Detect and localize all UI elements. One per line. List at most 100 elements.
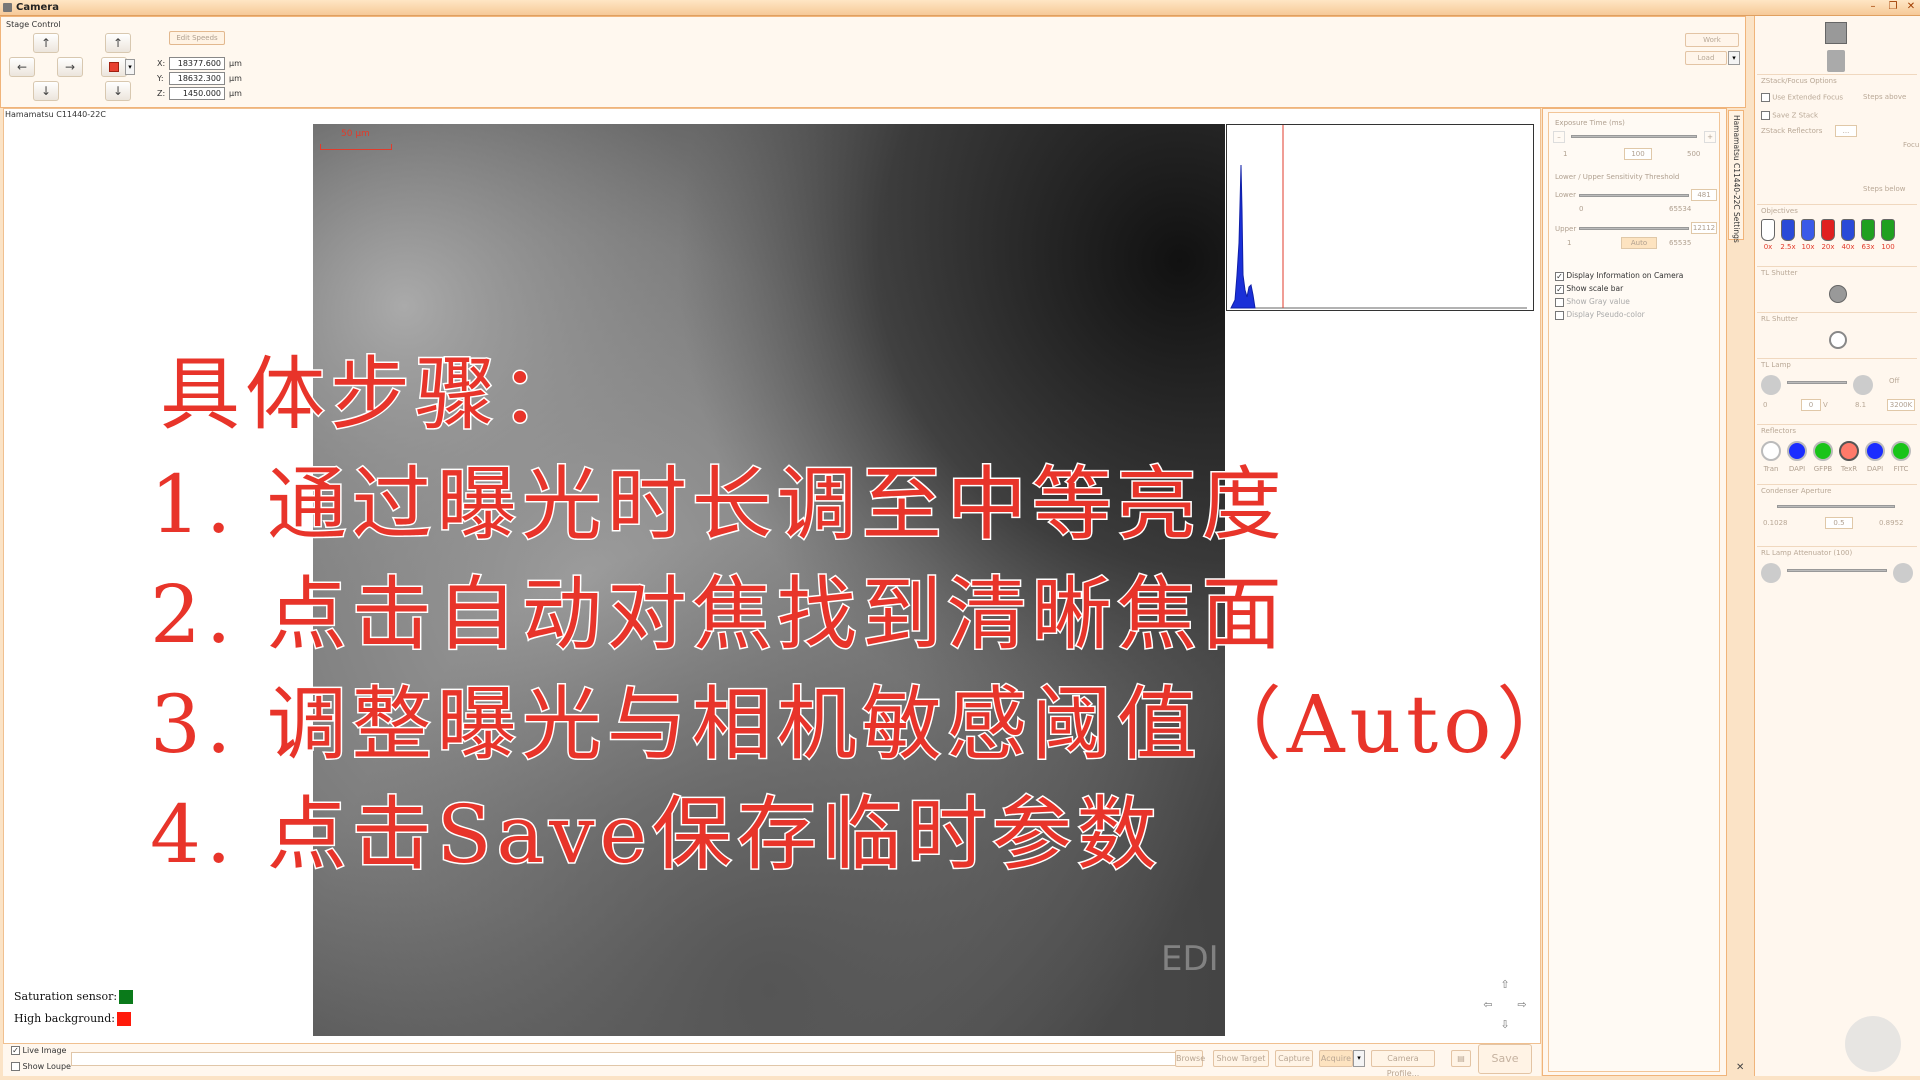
stage-down-arrow-icon[interactable]: ↓ xyxy=(33,81,59,101)
show-target-button[interactable]: Show Target xyxy=(1213,1050,1269,1067)
live-image-checkbox[interactable]: ✓ xyxy=(11,1046,20,1055)
lower-threshold-field[interactable]: 481 xyxy=(1691,189,1717,201)
rl-shutter-icon[interactable] xyxy=(1829,331,1847,349)
show-scale-bar-checkbox[interactable]: ✓ xyxy=(1555,284,1564,294)
tl-lamp-increase-icon[interactable] xyxy=(1853,375,1873,395)
z-up-arrow-icon[interactable]: ↑ xyxy=(105,33,131,53)
tl-shutter-icon[interactable] xyxy=(1829,285,1847,303)
objective-100x-icon[interactable] xyxy=(1881,219,1895,241)
load-position-button[interactable]: Load xyxy=(1685,51,1727,65)
pseudo-color-label: Display Pseudo-color xyxy=(1566,310,1645,319)
tl-lamp-title: TL Lamp xyxy=(1761,361,1791,369)
nav-right-arrow-icon[interactable]: ⇨ xyxy=(1514,998,1530,1014)
auto-threshold-button[interactable]: Auto xyxy=(1621,237,1657,249)
camera-profile-button[interactable]: Camera Profile... xyxy=(1371,1050,1435,1078)
reflector-fitc-icon[interactable] xyxy=(1891,441,1911,461)
save-zstack-checkbox[interactable] xyxy=(1761,111,1770,120)
target-dropdown-chevron-icon[interactable]: ▾ xyxy=(125,59,135,75)
acquire-dropdown-chevron-icon[interactable]: ▾ xyxy=(1353,1050,1365,1067)
report-icon[interactable]: ▤ xyxy=(1451,1050,1471,1067)
settings-vertical-tab[interactable]: Hamamatsu C11440-22C Settings xyxy=(1728,110,1744,243)
objective-10x-icon[interactable] xyxy=(1801,219,1815,241)
reflector-tran-icon[interactable] xyxy=(1761,441,1781,461)
stage-up-arrow-icon[interactable]: ↑ xyxy=(33,33,59,53)
rl-attenuator-title: RL Lamp Attenuator (100) xyxy=(1761,549,1853,557)
show-loupe-checkbox[interactable] xyxy=(11,1062,20,1071)
condenser-max: 0.8952 xyxy=(1879,519,1904,527)
reflector-texr-icon[interactable] xyxy=(1839,441,1859,461)
rl-attenuator-increase-icon[interactable] xyxy=(1893,563,1913,583)
tl-lamp-temp-field[interactable]: 3200K xyxy=(1887,399,1915,411)
save-button[interactable]: Save xyxy=(1478,1044,1532,1074)
objective-0x-label: 0x xyxy=(1763,243,1773,251)
nav-left-arrow-icon[interactable]: ⇦ xyxy=(1480,998,1496,1014)
stage-left-arrow-icon[interactable]: ← xyxy=(9,57,35,77)
minimize-button[interactable]: – xyxy=(1864,1,1882,14)
panel-close-icon[interactable]: ✕ xyxy=(1736,1062,1744,1073)
stage-target-button[interactable] xyxy=(101,57,127,77)
use-extended-focus-checkbox[interactable] xyxy=(1761,93,1770,102)
z-down-arrow-icon[interactable]: ↓ xyxy=(105,81,131,101)
objective-20x-icon[interactable] xyxy=(1821,219,1835,241)
edit-speeds-button[interactable]: Edit Speeds xyxy=(169,31,225,45)
browse-button[interactable]: Browse xyxy=(1175,1050,1205,1067)
reflector-dapi-2-icon[interactable] xyxy=(1865,441,1885,461)
restore-button[interactable]: ❐ xyxy=(1884,1,1902,14)
z-position-field[interactable]: 1450.000 xyxy=(169,87,225,100)
exposure-slider[interactable] xyxy=(1571,135,1697,138)
nav-down-arrow-icon[interactable]: ⇩ xyxy=(1497,1018,1513,1034)
save-path-field[interactable] xyxy=(71,1052,1183,1066)
use-extended-focus-option[interactable]: Use Extended Focus xyxy=(1761,93,1843,102)
tl-lamp-value-field[interactable]: 0 xyxy=(1801,399,1821,411)
rl-attenuator-slider[interactable] xyxy=(1787,569,1887,572)
grid-icon[interactable] xyxy=(1825,22,1847,44)
objective-2.5x-icon[interactable] xyxy=(1781,219,1795,241)
rl-attenuator-section: RL Lamp Attenuator (100) xyxy=(1757,546,1917,596)
display-info-option[interactable]: ✓ Display Information on Camera xyxy=(1555,271,1683,281)
load-dropdown-chevron-icon[interactable]: ▾ xyxy=(1728,51,1740,65)
tl-lamp-decrease-icon[interactable] xyxy=(1761,375,1781,395)
nav-up-arrow-icon[interactable]: ⇧ xyxy=(1497,978,1513,994)
acquire-button[interactable]: Acquire xyxy=(1319,1050,1353,1067)
stage-right-arrow-icon[interactable]: → xyxy=(57,57,83,77)
objective-63x-icon[interactable] xyxy=(1861,219,1875,241)
live-camera-image[interactable]: 50 µm EDI xyxy=(313,124,1225,1036)
condenser-value-field[interactable]: 0.5 xyxy=(1825,517,1853,529)
y-position-field[interactable]: 18632.300 xyxy=(169,72,225,85)
show-gray-checkbox[interactable] xyxy=(1555,297,1564,307)
window-title: Camera xyxy=(16,2,59,13)
save-zstack-option[interactable]: Save Z Stack xyxy=(1761,111,1818,120)
work-position-button[interactable]: Work xyxy=(1685,33,1739,47)
cursor-overlay-icon xyxy=(1845,1016,1901,1072)
upper-threshold-slider[interactable] xyxy=(1579,227,1689,230)
condenser-slider[interactable] xyxy=(1777,505,1895,508)
show-loupe-toggle[interactable]: Show Loupe xyxy=(11,1062,71,1071)
zstack-reflectors-button[interactable]: ... xyxy=(1835,125,1857,137)
trash-icon[interactable] xyxy=(1827,50,1845,72)
rl-attenuator-decrease-icon[interactable] xyxy=(1761,563,1781,583)
close-button[interactable]: ✕ xyxy=(1902,1,1920,14)
capture-button[interactable]: Capture xyxy=(1275,1050,1313,1067)
display-info-checkbox[interactable]: ✓ xyxy=(1555,271,1564,281)
y-unit: µm xyxy=(229,74,242,83)
bottom-toolbar: ✓ Live Image Show Loupe Browse Show Targ… xyxy=(3,1044,1541,1078)
pseudo-color-checkbox[interactable] xyxy=(1555,310,1564,320)
exposure-increase-icon[interactable]: + xyxy=(1704,131,1716,143)
lower-label: Lower xyxy=(1555,191,1576,199)
lower-threshold-slider[interactable] xyxy=(1579,194,1689,197)
upper-threshold-field[interactable]: 12112 xyxy=(1691,222,1717,234)
reflector-gfpb-icon[interactable] xyxy=(1813,441,1833,461)
objective-0x-icon[interactable] xyxy=(1761,219,1775,241)
pseudo-color-option[interactable]: Display Pseudo-color xyxy=(1555,310,1645,320)
show-gray-option[interactable]: Show Gray value xyxy=(1555,297,1630,307)
exposure-decrease-icon[interactable]: – xyxy=(1553,131,1565,143)
exposure-value-field[interactable]: 100 xyxy=(1624,148,1652,160)
show-gray-label: Show Gray value xyxy=(1566,297,1630,306)
tl-lamp-slider[interactable] xyxy=(1787,381,1847,384)
live-image-toggle[interactable]: ✓ Live Image xyxy=(11,1046,66,1055)
reflector-dapi-icon[interactable] xyxy=(1787,441,1807,461)
x-position-field[interactable]: 18377.600 xyxy=(169,57,225,70)
show-scale-bar-option[interactable]: ✓ Show scale bar xyxy=(1555,284,1623,294)
objective-40x-icon[interactable] xyxy=(1841,219,1855,241)
display-info-label: Display Information on Camera xyxy=(1566,271,1684,280)
